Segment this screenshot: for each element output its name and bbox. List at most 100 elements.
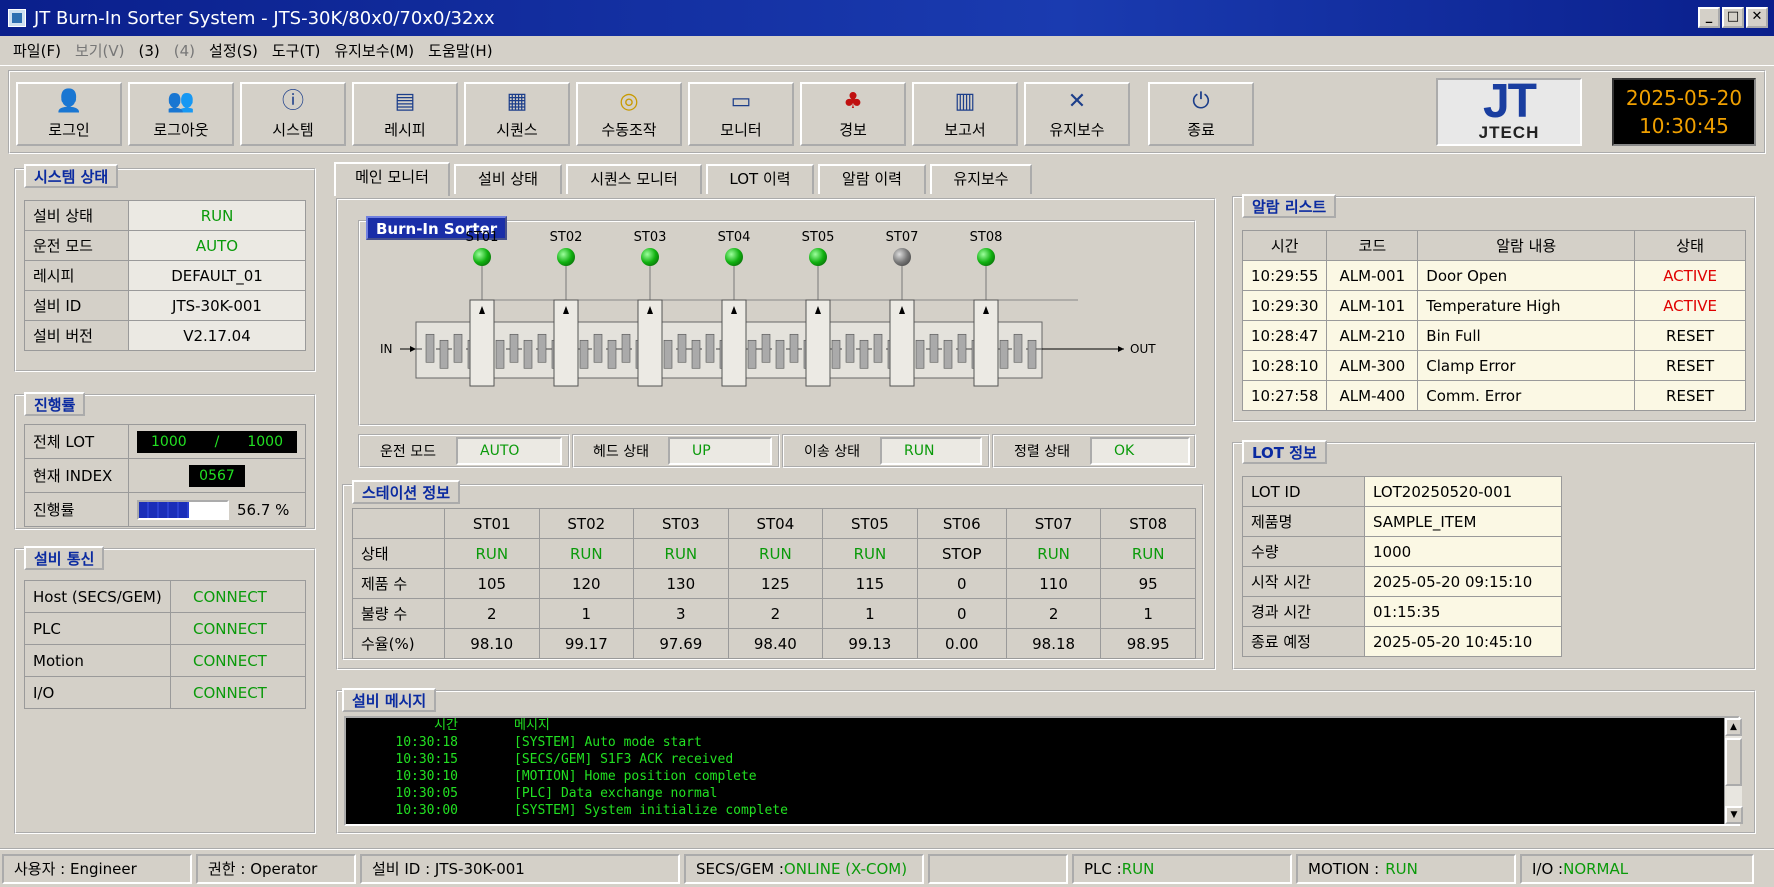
logout-button[interactable]: 👥 로그아웃 [128,82,234,146]
station-header: ST01 [444,508,540,539]
mode-value: AUTO [456,437,562,465]
menu-file[interactable]: 파일(F) [6,40,68,61]
station-led-icon [809,248,827,266]
scroll-up-icon[interactable]: ▲ [1725,718,1742,736]
message-time: 10:30:00 [395,803,458,818]
alarm-icon: ♣ [843,88,863,114]
alarm-row[interactable]: 10:28:47 ALM-210 Bin Full RESET [1241,320,1746,351]
tab-maintenance[interactable]: 유지보수 [930,164,1032,194]
message-col-msg: 메시지 [514,718,550,733]
conveyor-gear [845,333,855,363]
station-cell: 3 [633,598,729,629]
exit-button[interactable]: ⏻ 종료 [1148,82,1254,146]
out-label: OUT [1130,342,1156,356]
menu-maintenance[interactable]: 유지보수(M) [327,40,421,61]
comm-label: Host (SECS/GEM) [24,580,171,613]
motion-value: RUN [1385,859,1418,878]
total-lot-separator: / [214,433,220,450]
station-label: ST04 [717,230,751,245]
system-status-panel: 시스템 상태 설비 상태 RUN 운전 모드 AUTO 레시피 DEFAULT_01 … [14,164,316,372]
conveyor-gear [621,333,631,363]
station-cell: RUN [822,538,918,569]
comm-value: CONNECT [170,580,306,613]
message-text: [SYSTEM] System initialize complete [514,803,788,818]
tab-alarm-history[interactable]: 알람 이력 [818,164,926,194]
lot-row: 시작 시간 2025-05-20 09:15:10 [1242,566,1562,597]
conveyor-gear [1013,333,1023,363]
maximize-button[interactable]: □ [1722,7,1744,28]
conveyor-gear [579,339,589,369]
alarm-row[interactable]: 10:29:30 ALM-101 Temperature High ACTIVE [1241,290,1746,321]
menu-tools[interactable]: 도구(T) [265,40,327,61]
mode-item: 운전 모드 AUTO [358,434,570,468]
system-button[interactable]: ⓘ 시스템 [240,82,346,146]
message-panel: 설비 메시지 시간 메시지 10:30:18 [SYSTEM] Auto mode … [336,688,1756,834]
status-label: 레시피 [24,260,129,291]
maintenance-label: 유지보수 [1049,120,1105,139]
secs-value: ONLINE (X-COM) [783,859,908,878]
scroll-down-icon[interactable]: ▼ [1725,806,1743,824]
alarm-button[interactable]: ♣ 경보 [800,82,906,146]
close-button[interactable]: ✕ [1746,7,1768,28]
monitor-button[interactable]: ▭ 모니터 [688,82,794,146]
alarm-row[interactable]: 10:29:55 ALM-001 Door Open ACTIVE [1241,260,1746,291]
login-button[interactable]: 👤 로그인 [16,82,122,146]
report-button[interactable]: ▥ 보고서 [912,82,1018,146]
status-label: 운전 모드 [24,230,129,261]
message-text: [SYSTEM] Auto mode start [514,735,702,750]
alarm-row[interactable]: 10:27:58 ALM-400 Comm. Error RESET [1241,380,1746,411]
window-title: JT Burn-In Sorter System - JTS-30K/80x0/… [34,7,495,29]
conveyor-gear [789,333,799,363]
station-header: ST08 [1100,508,1196,539]
message-title: 설비 메시지 [342,688,437,712]
conveyor-gear [873,333,883,363]
main-monitor-panel: Burn-In Sorter IN OUT ST01 ST02 ST03 ST04 ST… [336,198,1216,670]
progress-bar-fill [139,501,189,518]
station-cell: 2 [727,598,824,629]
station-label: ST08 [969,230,1003,245]
lot-row: 종료 예정 2025-05-20 10:45:10 [1242,626,1562,657]
scroll-thumb[interactable] [1725,738,1742,786]
conveyor-gear [859,339,869,369]
app-icon [8,9,26,27]
logo-text: JTECH [1478,123,1540,142]
status-row: 설비 ID JTS-30K-001 [24,290,306,321]
station-cell: 115 [822,568,918,599]
maintenance-button[interactable]: ✕ 유지보수 [1024,82,1130,146]
menu-item-3[interactable]: (3) [132,42,167,60]
station-info-table: ST01 ST02 ST03 ST04 ST05 ST06 ST07 ST08 상태 RUN RUN… [352,508,1196,659]
message-row: 10:30:00 [SYSTEM] System initialize compl… [346,802,1738,819]
alarm-row[interactable]: 10:28:10 ALM-300 Clamp Error RESET [1241,350,1746,381]
tab-equipment-status[interactable]: 설비 상태 [454,164,562,194]
station-row: 제품 수 105 120 130 125 115 0 110 95 [352,568,1196,599]
station-label: ST07 [885,230,919,245]
message-text: [PLC] Data exchange normal [514,786,718,801]
station-header-row: ST01 ST02 ST03 ST04 ST05 ST06 ST07 ST08 [352,508,1196,539]
manual-button[interactable]: ◎ 수동조작 [576,82,682,146]
clock-display: 2025-05-20 10:30:45 [1612,78,1756,146]
exit-icon: ⏻ [1192,88,1210,114]
title-bar: JT Burn-In Sorter System - JTS-30K/80x0/… [0,0,1774,36]
menu-view[interactable]: 보기(V) [68,40,132,61]
comm-label: I/O [24,676,171,709]
tab-lot-history[interactable]: LOT 이력 [706,164,814,194]
message-scrollbar[interactable]: ▲ ▼ [1724,718,1743,824]
station-cell: RUN [727,538,824,569]
menu-item-4[interactable]: (4) [167,42,202,60]
rate-label: 진행률 [24,492,129,527]
tab-main-monitor[interactable]: 메인 모니터 [334,162,450,196]
alarm-state: RESET [1634,350,1746,381]
tab-sequence-monitor[interactable]: 시퀀스 모니터 [566,164,702,194]
menu-help[interactable]: 도움말(H) [421,40,499,61]
minimize-button[interactable]: _ [1698,7,1720,28]
conveyor-gear [929,333,939,363]
manual-icon: ◎ [619,88,639,114]
menu-settings[interactable]: 설정(S) [202,40,265,61]
sequence-button[interactable]: ▦ 시퀀스 [464,82,570,146]
recipe-button[interactable]: ▤ 레시피 [352,82,458,146]
report-icon: ▥ [954,88,976,114]
station-cell: 1 [538,598,635,629]
conveyor-gear [691,339,701,369]
station-row-label: 불량 수 [352,598,445,629]
station-cell: RUN [538,538,635,569]
